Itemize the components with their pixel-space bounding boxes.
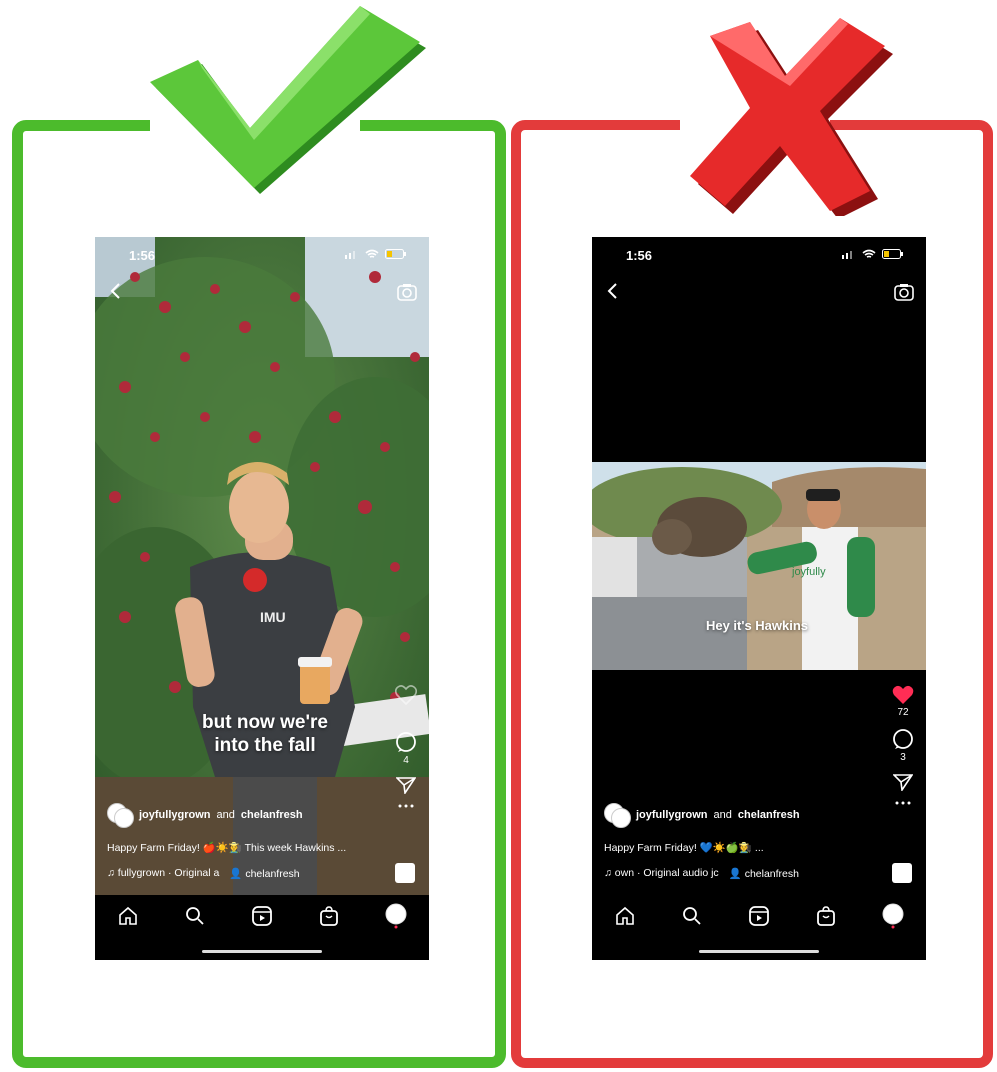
author-row[interactable]: joyfullygrown and chelanfresh — [604, 803, 800, 828]
search-icon — [186, 907, 204, 925]
profile-icon — [882, 903, 904, 929]
comments-count: 3 — [900, 752, 906, 763]
status-icons — [842, 249, 904, 259]
back-icon[interactable] — [606, 283, 620, 299]
nav-reels[interactable] — [746, 903, 772, 929]
heart-icon[interactable] — [892, 685, 914, 705]
collab-avatars[interactable] — [107, 803, 134, 828]
status-icons — [345, 249, 407, 259]
author-primary[interactable]: joyfullygrown — [139, 809, 211, 821]
audio-text[interactable]: own · Original audio jc — [615, 867, 719, 879]
signal-icon — [842, 251, 852, 259]
comment-icon[interactable] — [395, 731, 417, 753]
post-caption[interactable]: Happy Farm Friday! 💙☀️🍏🧑‍🌾 ... — [604, 841, 764, 854]
shop-icon — [319, 906, 338, 926]
share-icon[interactable] — [396, 776, 416, 794]
landscape-video[interactable]: joyfully — [592, 237, 926, 895]
video-caption-line-1: but now we're — [202, 712, 328, 733]
collab-user[interactable]: chelanfresh — [745, 868, 799, 880]
nav-home[interactable] — [115, 903, 141, 929]
home-icon — [616, 906, 635, 925]
author-secondary[interactable]: chelanfresh — [241, 809, 303, 821]
heart-icon[interactable] — [395, 685, 417, 705]
more-icon[interactable] — [398, 804, 414, 808]
good-example-phone: IMU 1:56 but now we're into the fall 4 j… — [95, 237, 429, 960]
comment-icon[interactable] — [892, 728, 914, 750]
reels-icon — [749, 906, 769, 926]
nav-profile[interactable] — [880, 903, 906, 929]
check-mark-icon — [150, 6, 426, 194]
author-secondary[interactable]: chelanfresh — [738, 809, 800, 821]
audio-row[interactable]: ♫ fullygrown · Original a 👤 chelanfresh — [107, 867, 300, 880]
author-joiner: and — [713, 809, 732, 821]
nav-shop[interactable] — [813, 903, 839, 929]
profile-icon — [385, 903, 407, 929]
share-icon[interactable] — [893, 773, 913, 791]
status-time: 1:56 — [129, 248, 156, 263]
comments-count: 4 — [403, 755, 409, 766]
bad-example-phone: joyfully 1:56 Hey it's Hawkins 72 3 joyf… — [592, 237, 926, 960]
signal-icon — [345, 251, 355, 259]
author-primary[interactable]: joyfullygrown — [636, 809, 708, 821]
battery-icon — [385, 249, 406, 259]
back-icon[interactable] — [109, 283, 123, 299]
camera-icon[interactable] — [397, 283, 417, 301]
author-joiner: and — [216, 809, 235, 821]
action-rail: 72 3 — [892, 685, 914, 805]
video-caption-overlay: but now we're into the fall — [165, 711, 365, 757]
video-caption-line-2: into the fall — [214, 735, 316, 756]
status-time: 1:56 — [626, 248, 653, 263]
x-mark-icon — [690, 18, 893, 216]
nav-search[interactable] — [182, 903, 208, 929]
svg-text:IMU: IMU — [260, 609, 286, 625]
nav-home[interactable] — [612, 903, 638, 929]
wifi-icon — [365, 249, 379, 258]
wifi-icon — [862, 249, 876, 258]
audio-thumbnail[interactable] — [892, 863, 912, 883]
action-rail: 4 — [395, 685, 417, 808]
home-indicator — [699, 950, 819, 953]
nav-profile[interactable] — [383, 903, 409, 929]
audio-row[interactable]: ♫ own · Original audio jc 👤 chelanfresh — [604, 867, 799, 880]
likes-count: 72 — [897, 707, 909, 718]
post-caption[interactable]: Happy Farm Friday! 🍎☀️🧑‍🌾 This week Hawk… — [107, 841, 346, 854]
search-icon — [683, 907, 701, 925]
author-row[interactable]: joyfullygrown and chelanfresh — [107, 803, 303, 828]
music-icon: ♫ — [107, 867, 118, 879]
person-icon: 👤 — [728, 868, 745, 880]
orchard-video[interactable]: IMU — [95, 237, 429, 895]
home-indicator — [202, 950, 322, 953]
person-icon: 👤 — [229, 868, 246, 880]
home-icon — [119, 906, 138, 925]
battery-icon — [882, 249, 903, 259]
reels-icon — [252, 906, 272, 926]
audio-text[interactable]: fullygrown · Original a — [118, 867, 220, 879]
music-icon: ♫ — [604, 867, 615, 879]
collab-user[interactable]: chelanfresh — [245, 868, 299, 880]
collab-avatars[interactable] — [604, 803, 631, 828]
nav-reels[interactable] — [249, 903, 275, 929]
more-icon[interactable] — [895, 801, 911, 805]
camera-icon[interactable] — [894, 283, 914, 301]
nav-search[interactable] — [679, 903, 705, 929]
svg-text:joyfully: joyfully — [791, 566, 826, 578]
shop-icon — [816, 906, 835, 926]
video-caption-overlay: Hey it's Hawkins — [705, 618, 809, 633]
nav-shop[interactable] — [316, 903, 342, 929]
audio-thumbnail[interactable] — [395, 863, 415, 883]
